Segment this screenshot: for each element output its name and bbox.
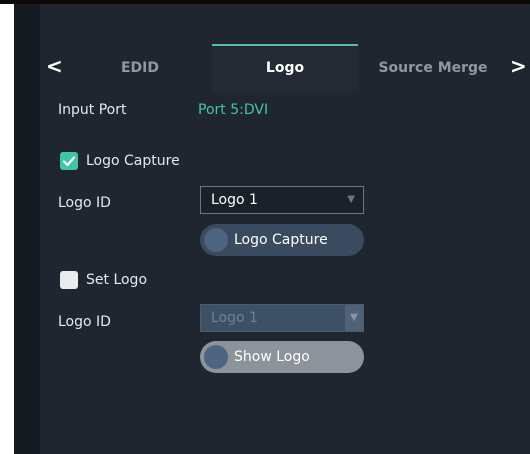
chevron-right-icon[interactable]: > xyxy=(510,54,527,78)
toggle-knob xyxy=(204,345,228,369)
logo-id-select-value: Logo 1 xyxy=(211,192,258,208)
chevron-down-icon: ▼ xyxy=(345,305,363,331)
set-logo-checkbox-label[interactable]: Set Logo xyxy=(86,272,147,288)
check-icon xyxy=(62,156,76,167)
panel-left-gutter xyxy=(14,4,40,454)
tab-logo-label: Logo xyxy=(265,60,305,76)
logo-capture-checkbox[interactable] xyxy=(60,152,78,170)
logo-capture-button-label: Logo Capture xyxy=(234,232,328,248)
tab-bar: < EDID Logo Source Merge > xyxy=(40,44,530,92)
input-port-value: Port 5:DVI xyxy=(198,102,269,118)
set-logo-id-label: Logo ID xyxy=(58,314,111,330)
active-tab-indicator xyxy=(212,44,358,46)
show-logo-button-label: Show Logo xyxy=(234,349,310,365)
chevron-down-icon: ▼ xyxy=(347,194,355,205)
set-logo-id-select-value: Logo 1 xyxy=(211,310,258,326)
logo-id-select[interactable]: Logo 1 ▼ xyxy=(200,186,364,214)
logo-capture-button[interactable]: Logo Capture xyxy=(200,224,364,256)
set-logo-checkbox[interactable] xyxy=(60,271,78,289)
tab-edid[interactable]: EDID xyxy=(70,44,210,92)
chevron-left-icon[interactable]: < xyxy=(46,54,63,78)
left-margin xyxy=(0,4,14,454)
tab-logo[interactable]: Logo xyxy=(212,44,358,92)
tab-source-merge[interactable]: Source Merge xyxy=(358,44,508,92)
settings-panel: < EDID Logo Source Merge > Input Port Po… xyxy=(14,4,530,454)
logo-capture-checkbox-label[interactable]: Logo Capture xyxy=(86,153,180,169)
logo-id-label: Logo ID xyxy=(58,195,111,211)
app-window: < EDID Logo Source Merge > Input Port Po… xyxy=(0,0,530,454)
set-logo-id-select: Logo 1 ▼ xyxy=(200,304,364,332)
toggle-knob xyxy=(204,228,228,252)
show-logo-button[interactable]: Show Logo xyxy=(200,341,364,373)
input-port-label: Input Port xyxy=(58,102,127,118)
